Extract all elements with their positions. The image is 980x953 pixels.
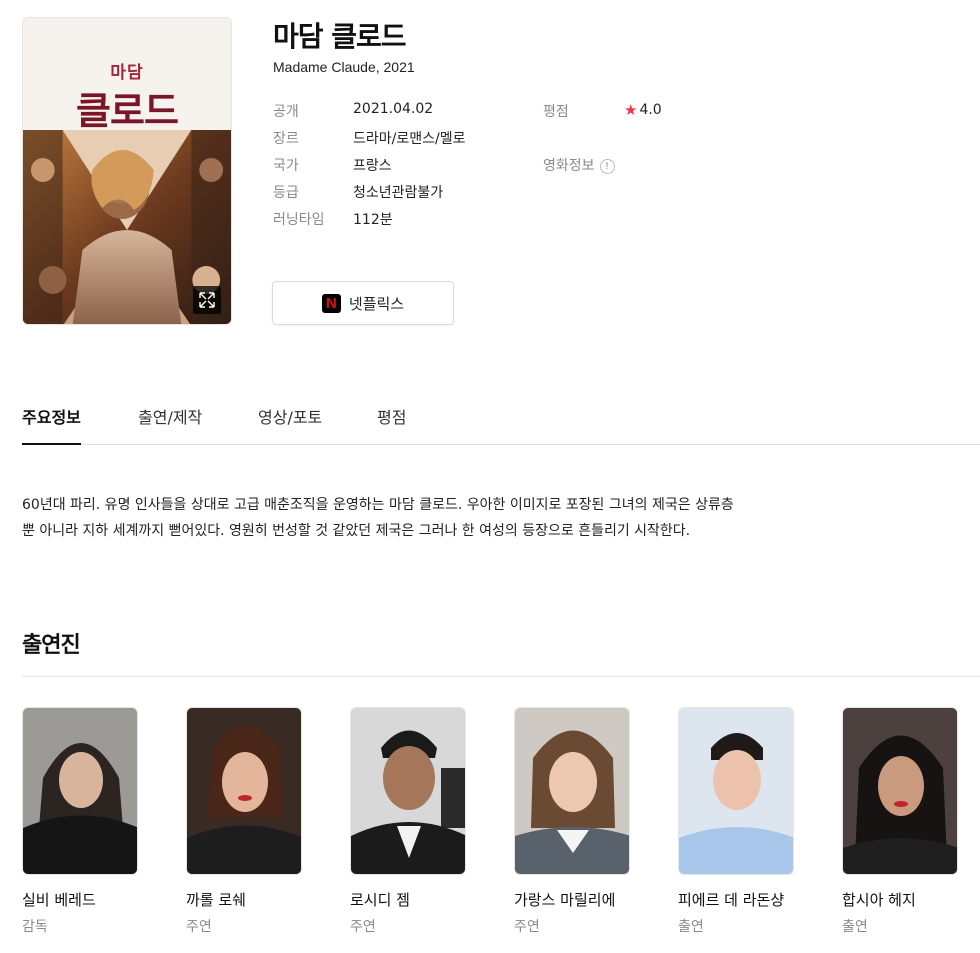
cast-photo — [514, 707, 630, 875]
cast-card[interactable]: 로시디 젬 주연 — [350, 707, 466, 936]
country-value: 프랑스 — [353, 158, 392, 174]
person-photo-icon — [187, 708, 301, 874]
genre-value: 드라마/로맨스/멜로 — [353, 131, 466, 147]
rating-class-value: 청소년관람불가 — [353, 185, 444, 201]
cast-photo — [22, 707, 138, 875]
tab-cast-crew[interactable]: 출연/제작 — [138, 404, 202, 445]
cast-name: 가랑스 마릴리에 — [514, 891, 616, 909]
movie-poster[interactable]: 마담 클로드 — [22, 17, 232, 325]
page-title: 마담 클로드 — [273, 20, 407, 53]
divider — [22, 676, 980, 677]
star-icon: ★ — [624, 101, 638, 119]
expand-icon — [199, 292, 215, 308]
cast-card[interactable]: 가랑스 마릴리에 주연 — [514, 707, 630, 936]
cast-role: 주연 — [350, 919, 376, 935]
cast-card[interactable]: 합시아 헤지 출연 — [842, 707, 958, 936]
person-photo-icon — [843, 708, 957, 874]
person-photo-icon — [23, 708, 137, 874]
netflix-label: 넷플릭스 — [348, 294, 405, 313]
runtime-value: 112분 — [353, 212, 393, 228]
synopsis: 60년대 파리. 유명 인사들을 상대로 고급 매춘조직을 운영하는 마담 클로… — [22, 492, 822, 544]
synopsis-line: 60년대 파리. 유명 인사들을 상대로 고급 매춘조직을 운영하는 마담 클로… — [22, 497, 734, 513]
cast-name: 로시디 젬 — [350, 891, 410, 909]
genre-label: 장르 — [273, 131, 299, 147]
cast-photo — [842, 707, 958, 875]
score-label: 평점 — [543, 104, 569, 120]
cast-name: 실비 베레드 — [22, 891, 96, 909]
netflix-logo-icon: N — [321, 293, 341, 313]
cast-role: 출연 — [678, 919, 704, 935]
movie-info-label: 영화정보 — [543, 158, 595, 174]
runtime-label: 러닝타임 — [273, 212, 325, 228]
cast-card[interactable]: 까롤 로쉐 주연 — [186, 707, 302, 936]
cast-role: 주연 — [514, 919, 540, 935]
cast-role: 주연 — [186, 919, 212, 935]
tab-main-info[interactable]: 주요정보 — [22, 404, 81, 445]
release-value: 2021.04.02 — [353, 101, 434, 117]
person-photo-icon — [679, 708, 793, 874]
cast-card[interactable]: 실비 베레드 감독 — [22, 707, 138, 936]
rating-class-label: 등급 — [273, 185, 299, 201]
expand-poster-button[interactable] — [193, 286, 221, 314]
cast-name: 까롤 로쉐 — [186, 891, 246, 909]
person-photo-icon — [351, 708, 465, 874]
country-label: 국가 — [273, 158, 299, 174]
cast-role: 감독 — [22, 919, 48, 935]
poster-title-big: 클로드 — [76, 89, 179, 133]
score: ★ 4.0 — [624, 101, 662, 119]
release-label: 공개 — [273, 104, 299, 120]
cast-section-title: 출연진 — [22, 633, 81, 658]
person-photo-icon — [515, 708, 629, 874]
movie-subtitle: Madame Claude, 2021 — [273, 59, 415, 75]
score-value: 4.0 — [639, 102, 662, 118]
cast-photo — [678, 707, 794, 875]
movie-info-link[interactable]: 영화정보! — [543, 155, 615, 175]
cast-photo — [350, 707, 466, 875]
cast-role: 출연 — [842, 919, 868, 935]
cast-photo — [186, 707, 302, 875]
cast-card[interactable]: 피에르 데 라돈샹 출연 — [678, 707, 794, 936]
synopsis-line: 뿐 아니라 지하 세계까지 뻗어있다. 영원히 번성할 것 같았던 제국은 그러… — [22, 523, 691, 539]
cast-name: 피에르 데 라돈샹 — [678, 891, 785, 909]
info-icon[interactable]: ! — [599, 158, 615, 174]
netflix-button[interactable]: N 넷플릭스 — [272, 281, 454, 325]
cast-name: 합시아 헤지 — [842, 891, 916, 909]
tab-reviews[interactable]: 평점 — [377, 404, 406, 445]
tab-bar: 주요정보 출연/제작 영상/포토 평점 — [22, 392, 980, 445]
tab-video-photo[interactable]: 영상/포토 — [258, 404, 322, 445]
